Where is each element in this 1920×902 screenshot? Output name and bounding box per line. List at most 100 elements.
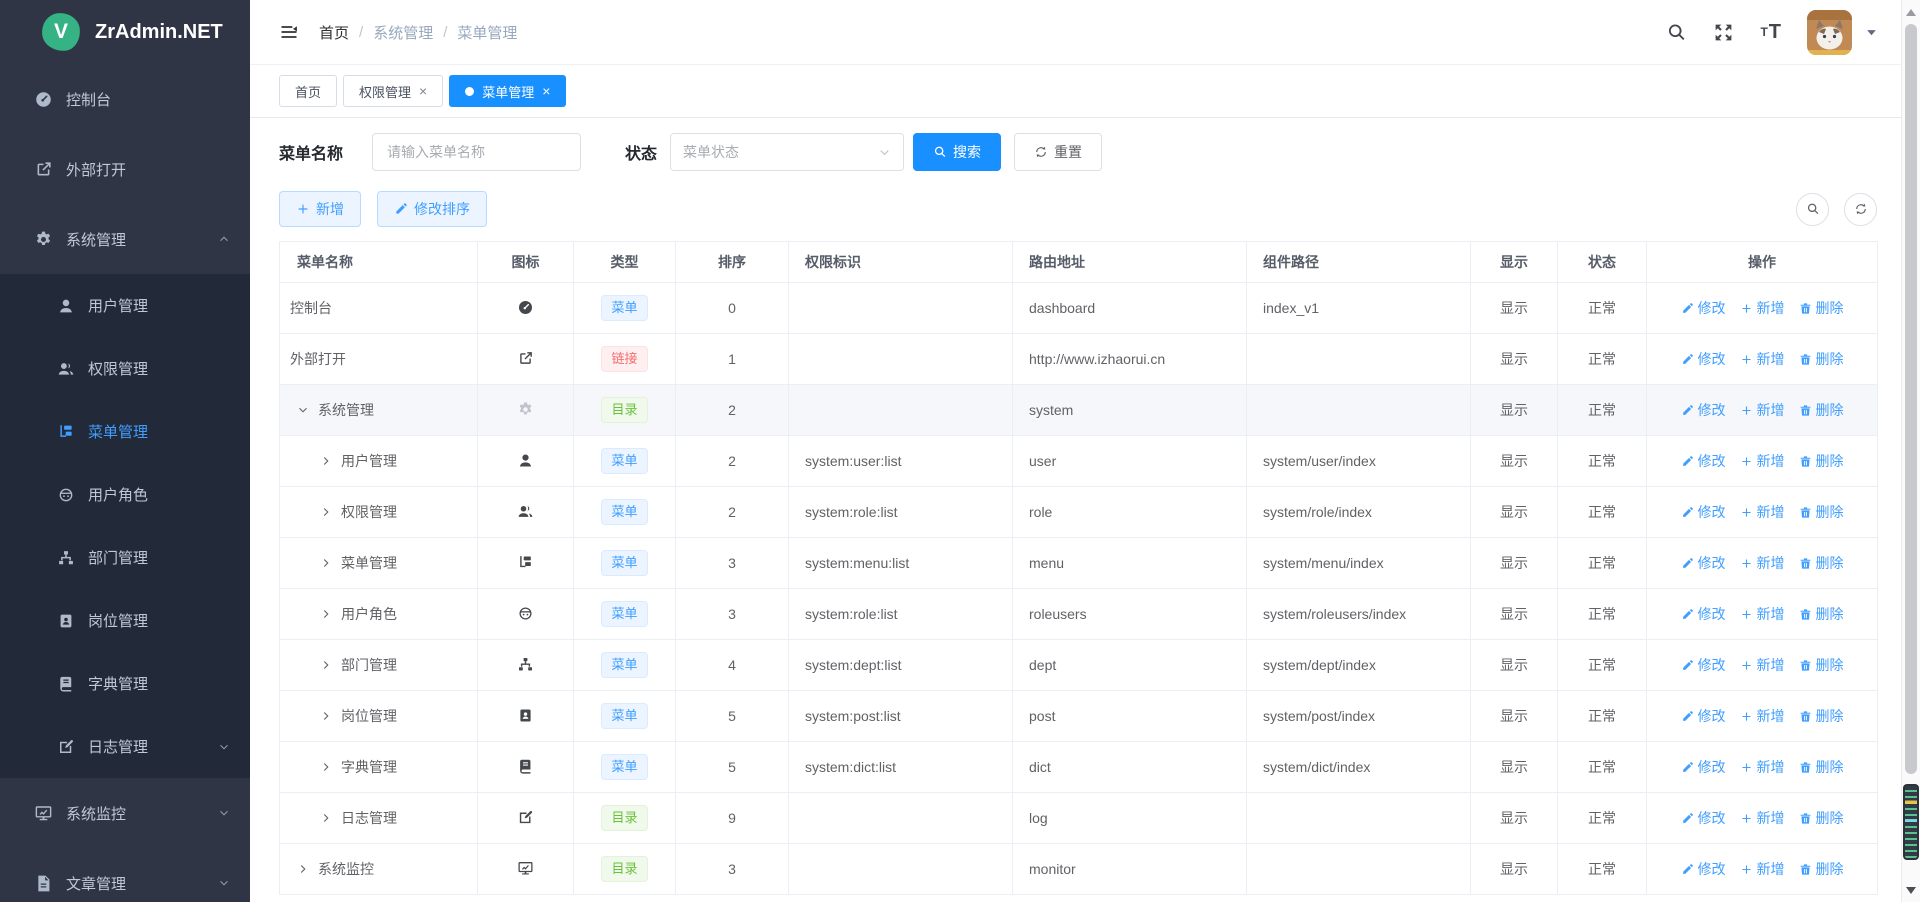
cell-component: system/roleusers/index [1247, 589, 1471, 640]
row-edit-link[interactable]: 修改 [1681, 298, 1726, 318]
row-delete-link[interactable]: 删除 [1799, 655, 1844, 675]
external-link-icon [517, 350, 534, 367]
row-delete-link[interactable]: 删除 [1799, 808, 1844, 828]
expand-row-icon[interactable] [320, 761, 332, 773]
add-menu-button[interactable]: 新增 [279, 191, 361, 227]
table-search-toggle-button[interactable] [1796, 193, 1829, 226]
sidebar-fold-button[interactable] [279, 22, 299, 42]
column-header: 类型 [574, 242, 676, 283]
user-avatar[interactable] [1807, 10, 1852, 55]
sidebar-item-monitor[interactable]: 系统监控 [0, 778, 250, 848]
row-edit-link[interactable]: 修改 [1681, 451, 1726, 471]
cell-menu-name: 部门管理 [280, 640, 478, 691]
expand-row-icon[interactable] [320, 455, 332, 467]
row-delete-link[interactable]: 删除 [1799, 553, 1844, 573]
sidebar-item-menu[interactable]: 菜单管理 [0, 400, 250, 463]
row-edit-link[interactable]: 修改 [1681, 604, 1726, 624]
row-delete-link[interactable]: 删除 [1799, 298, 1844, 318]
row-edit-link[interactable]: 修改 [1681, 400, 1726, 420]
sidebar-item-console[interactable]: 控制台 [0, 64, 250, 134]
sidebar-item-role[interactable]: 权限管理 [0, 337, 250, 400]
menu-name-input[interactable] [385, 143, 568, 161]
row-add-link[interactable]: 新增 [1740, 859, 1785, 879]
cell-component [1247, 385, 1471, 436]
status-select[interactable]: 菜单状态 [670, 133, 904, 171]
row-delete-link[interactable]: 删除 [1799, 859, 1844, 879]
reset-button[interactable]: 重置 [1014, 133, 1102, 171]
sidebar-item-log[interactable]: 日志管理 [0, 715, 250, 778]
table-refresh-button[interactable] [1844, 193, 1877, 226]
row-add-link[interactable]: 新增 [1740, 604, 1785, 624]
sidebar-item-user[interactable]: 用户管理 [0, 274, 250, 337]
row-edit-link[interactable]: 修改 [1681, 655, 1726, 675]
row-add-link[interactable]: 新增 [1740, 757, 1785, 777]
sidebar-item-label: 用户管理 [88, 295, 148, 316]
op-label: 修改 [1698, 451, 1726, 471]
tab-home[interactable]: 首页 [279, 75, 337, 107]
row-edit-link[interactable]: 修改 [1681, 859, 1726, 879]
row-delete-link[interactable]: 删除 [1799, 349, 1844, 369]
scroll-minimap-widget[interactable] [1903, 784, 1919, 860]
row-edit-link[interactable]: 修改 [1681, 808, 1726, 828]
sidebar-item-roleusers[interactable]: 用户角色 [0, 463, 250, 526]
row-add-link[interactable]: 新增 [1740, 553, 1785, 573]
user-icon [57, 297, 75, 315]
row-add-link[interactable]: 新增 [1740, 298, 1785, 318]
row-add-link[interactable]: 新增 [1740, 706, 1785, 726]
row-edit-link[interactable]: 修改 [1681, 502, 1726, 522]
tab-role-manage[interactable]: 权限管理× [343, 75, 443, 107]
sidebar-item-dept[interactable]: 部门管理 [0, 526, 250, 589]
expand-row-icon[interactable] [297, 863, 309, 875]
expand-row-icon[interactable] [320, 812, 332, 824]
row-delete-link[interactable]: 删除 [1799, 451, 1844, 471]
expand-row-icon[interactable] [320, 506, 332, 518]
tab-menu-manage[interactable]: 菜单管理× [449, 75, 566, 107]
row-add-link[interactable]: 新增 [1740, 451, 1785, 471]
edit-sort-button[interactable]: 修改排序 [377, 191, 487, 227]
header-search-button[interactable] [1666, 22, 1687, 43]
menu-name-text: 用户角色 [341, 604, 397, 624]
font-size-button[interactable]: TT [1760, 21, 1781, 44]
row-edit-link[interactable]: 修改 [1681, 757, 1726, 777]
row-add-link[interactable]: 新增 [1740, 655, 1785, 675]
sidebar-item-dict[interactable]: 字典管理 [0, 652, 250, 715]
cell-operations: 修改新增删除 [1647, 844, 1878, 895]
collapse-row-icon[interactable] [297, 404, 309, 416]
sidebar-item-article[interactable]: 文章管理 [0, 848, 250, 902]
row-edit-link[interactable]: 修改 [1681, 553, 1726, 573]
scrollbar-up-arrow-icon[interactable] [1902, 9, 1920, 16]
sidebar-item-post[interactable]: 岗位管理 [0, 589, 250, 652]
row-add-link[interactable]: 新增 [1740, 400, 1785, 420]
row-add-link[interactable]: 新增 [1740, 502, 1785, 522]
row-delete-link[interactable]: 删除 [1799, 757, 1844, 777]
row-add-link[interactable]: 新增 [1740, 808, 1785, 828]
row-delete-link[interactable]: 删除 [1799, 502, 1844, 522]
user-menu-caret[interactable] [1865, 26, 1878, 39]
expand-row-icon[interactable] [320, 608, 332, 620]
fullscreen-button[interactable] [1713, 22, 1734, 43]
expand-row-icon[interactable] [320, 659, 332, 671]
tab-close-icon[interactable]: × [542, 84, 550, 98]
scrollbar-thumb[interactable] [1905, 24, 1917, 774]
breadcrumb-item[interactable]: 系统管理 [373, 22, 433, 43]
row-delete-link[interactable]: 删除 [1799, 706, 1844, 726]
search-button[interactable]: 搜索 [913, 133, 1001, 171]
row-edit-link[interactable]: 修改 [1681, 349, 1726, 369]
breadcrumb-item[interactable]: 首页 [319, 22, 349, 43]
page-scrollbar[interactable] [1901, 0, 1920, 902]
expand-row-icon[interactable] [320, 557, 332, 569]
sidebar-item-system[interactable]: 系统管理 [0, 204, 250, 274]
row-edit-link[interactable]: 修改 [1681, 706, 1726, 726]
sidebar-item-label: 权限管理 [88, 358, 148, 379]
expand-row-icon[interactable] [320, 710, 332, 722]
scrollbar-down-arrow-icon[interactable] [1902, 887, 1920, 894]
tab-close-icon[interactable]: × [419, 84, 427, 98]
row-delete-link[interactable]: 删除 [1799, 604, 1844, 624]
row-delete-link[interactable]: 删除 [1799, 400, 1844, 420]
row-add-link[interactable]: 新增 [1740, 349, 1785, 369]
refresh-icon [1854, 202, 1868, 216]
app-logo[interactable]: V ZrAdmin.NET [0, 0, 250, 64]
menu-name-wrap: 用户管理 [280, 451, 477, 471]
sidebar-item-external[interactable]: 外部打开 [0, 134, 250, 204]
cell-route: system [1013, 385, 1247, 436]
